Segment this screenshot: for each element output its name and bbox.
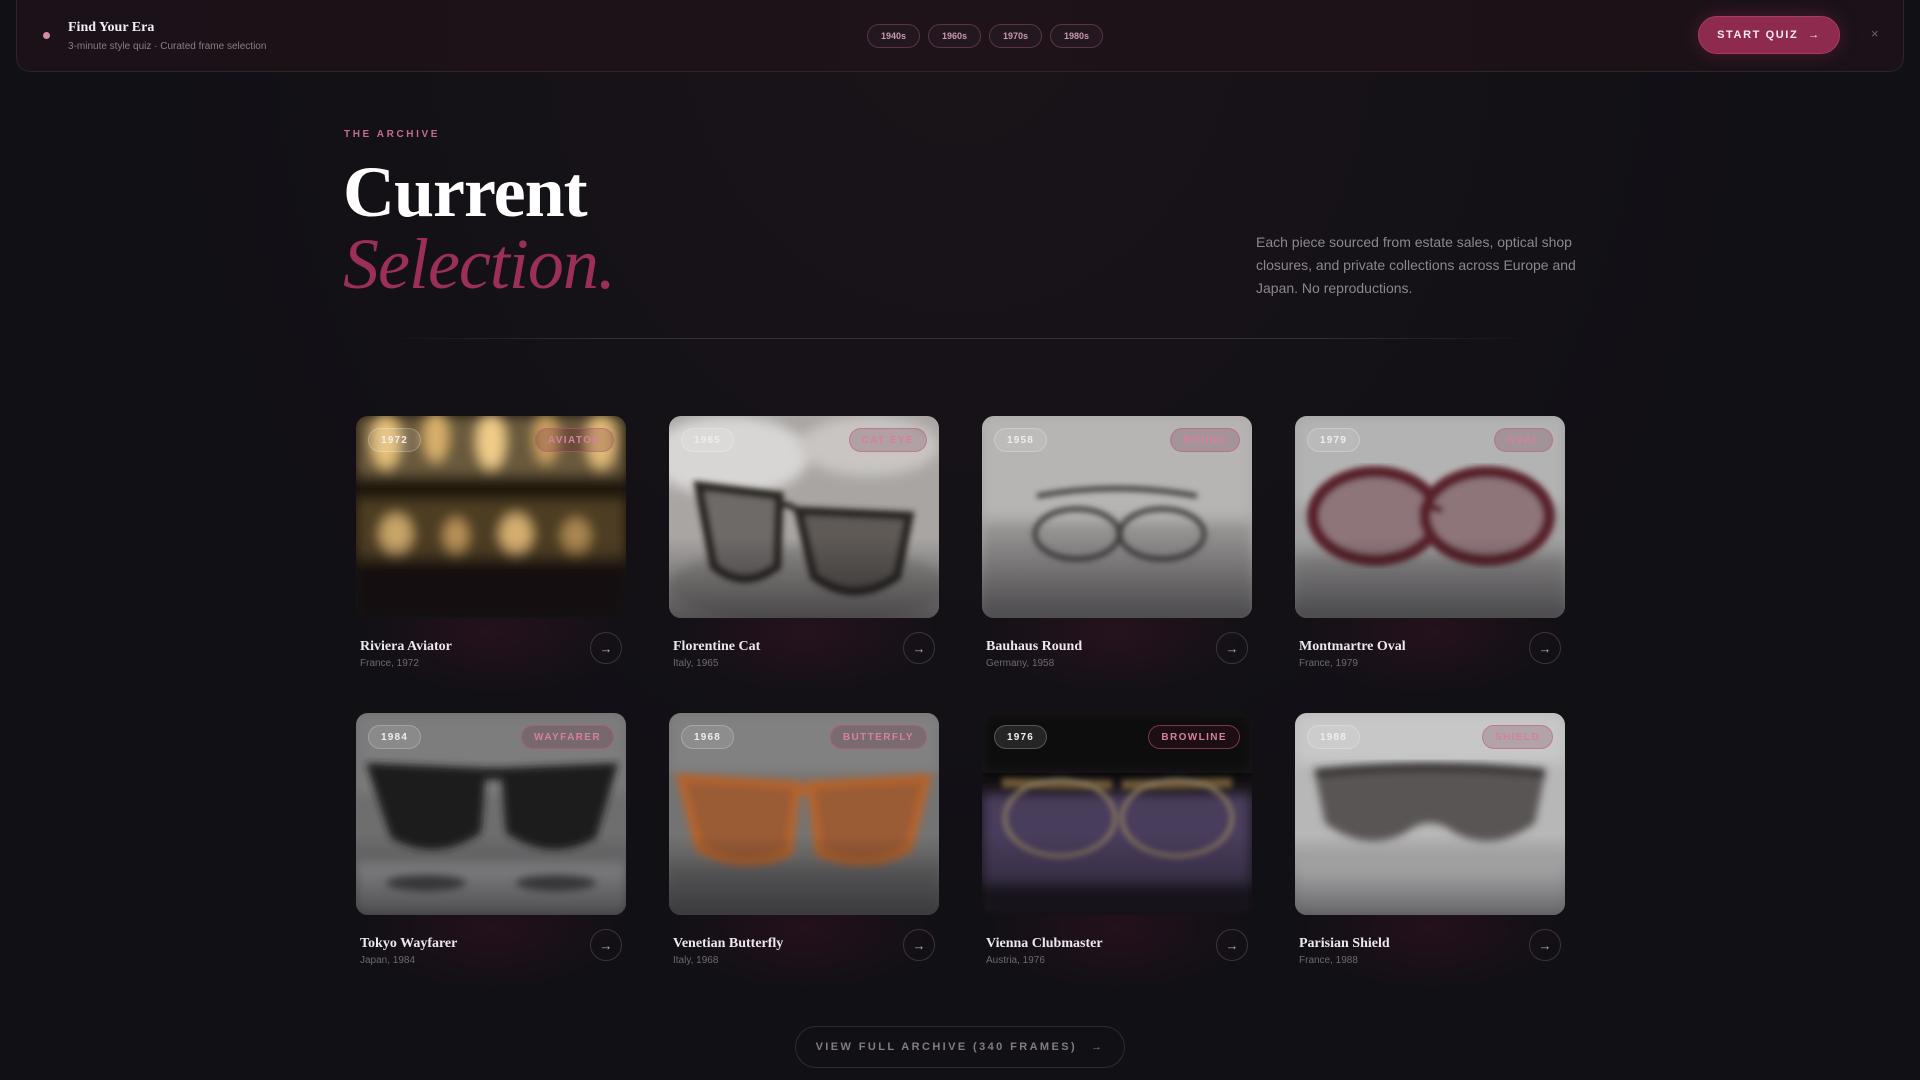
arrow-right-icon[interactable]: →: [1216, 929, 1248, 961]
frame-name: Montmartre Oval: [1299, 639, 1406, 654]
frame-name: Florentine Cat: [673, 639, 761, 654]
frame-card[interactable]: 1968 BUTTERFLY Venetian Butterfly Italy,…: [669, 713, 939, 993]
brand-title: Find Your Era: [68, 19, 155, 35]
frame-origin: Germany, 1958: [986, 658, 1055, 669]
frame-name: Vienna Clubmaster: [986, 936, 1103, 951]
close-icon[interactable]: ×: [1871, 26, 1879, 41]
year-badge: 1972: [368, 428, 422, 452]
arrow-right-icon[interactable]: →: [590, 929, 622, 961]
frame-name: Parisian Shield: [1299, 936, 1390, 951]
arrow-right-icon[interactable]: →: [903, 929, 935, 961]
frame-card[interactable]: 1979 OVAL Montmartre Oval France, 1979 →: [1295, 416, 1565, 696]
divider: [380, 338, 1540, 339]
year-badge: 1958: [994, 428, 1048, 452]
frame-name: Tokyo Wayfarer: [360, 936, 458, 951]
brand-subtitle: 3-minute style quiz · Curated frame sele…: [68, 40, 267, 52]
frame-card[interactable]: 1965 CAT EYE Florentine Cat Italy, 1965 …: [669, 416, 939, 696]
style-badge: CAT EYE: [848, 428, 927, 452]
brand: Find Your Era 3-minute style quiz · Cura…: [68, 20, 266, 52]
era-filter-group: 1940s 1960s 1970s 1980s: [867, 24, 1103, 48]
frame-name: Riviera Aviator: [360, 639, 452, 654]
era-pill-1940s[interactable]: 1940s: [867, 24, 920, 48]
section-eyebrow: THE ARCHIVE: [344, 129, 441, 140]
era-pill-1980s[interactable]: 1980s: [1050, 24, 1103, 48]
frame-card[interactable]: 1972 AVIATOR Riviera Aviator France, 197…: [356, 416, 626, 696]
frame-card[interactable]: 1976 BROWLINE Vienna Clubmaster Austria,…: [982, 713, 1252, 993]
frame-card[interactable]: 1958 ROUND Bauhaus Round Germany, 1958 →: [982, 416, 1252, 696]
frame-origin: Italy, 1968: [673, 955, 719, 966]
start-quiz-button[interactable]: START QUIZ →: [1698, 16, 1840, 54]
frame-card[interactable]: 1988 SHIELD Parisian Shield France, 1988…: [1295, 713, 1565, 993]
era-pill-1970s[interactable]: 1970s: [989, 24, 1042, 48]
arrow-right-icon[interactable]: →: [590, 632, 622, 664]
arrow-right-icon[interactable]: →: [1529, 632, 1561, 664]
year-badge: 1984: [368, 725, 422, 749]
frame-origin: France, 1988: [1299, 955, 1358, 966]
year-badge: 1968: [681, 725, 735, 749]
arrow-right-icon: →: [1808, 29, 1821, 41]
page-title-line-2: Selection.: [343, 224, 616, 304]
page-title-line-1: Current: [343, 152, 588, 232]
era-pill-1960s[interactable]: 1960s: [928, 24, 981, 48]
hero-description: Each piece sourced from estate sales, op…: [1256, 234, 1576, 296]
style-badge: AVIATOR: [534, 428, 614, 452]
arrow-right-icon[interactable]: →: [1529, 929, 1561, 961]
style-badge: OVAL: [1494, 428, 1553, 452]
view-full-archive-label: VIEW FULL ARCHIVE (340 FRAMES): [815, 1041, 1078, 1053]
style-badge: WAYFARER: [521, 725, 614, 749]
style-badge: ROUND: [1170, 428, 1240, 452]
frame-origin: France, 1972: [360, 658, 419, 669]
style-badge: SHIELD: [1481, 725, 1553, 749]
year-badge: 1965: [681, 428, 735, 452]
year-badge: 1979: [1307, 428, 1361, 452]
year-badge: 1976: [994, 725, 1048, 749]
arrow-right-icon[interactable]: →: [1216, 632, 1248, 664]
year-badge: 1988: [1307, 725, 1361, 749]
frame-name: Venetian Butterfly: [673, 936, 784, 951]
frame-origin: Italy, 1965: [673, 658, 719, 669]
frame-name: Bauhaus Round: [986, 639, 1083, 654]
frame-card[interactable]: 1984 WAYFARER Tokyo Wayfarer Japan, 1984…: [356, 713, 626, 993]
style-badge: BUTTERFLY: [829, 725, 927, 749]
style-badge: BROWLINE: [1148, 725, 1240, 749]
frame-origin: France, 1979: [1299, 658, 1358, 669]
start-quiz-label: START QUIZ: [1717, 29, 1799, 41]
view-full-archive-button[interactable]: VIEW FULL ARCHIVE (340 FRAMES) →: [795, 1026, 1125, 1068]
arrow-right-icon: →: [1091, 1041, 1105, 1053]
frame-origin: Austria, 1976: [986, 955, 1045, 966]
top-bar: Find Your Era 3-minute style quiz · Cura…: [16, 0, 1904, 72]
brand-dot-icon: [43, 32, 50, 39]
frame-origin: Japan, 1984: [360, 955, 416, 966]
arrow-right-icon[interactable]: →: [903, 632, 935, 664]
